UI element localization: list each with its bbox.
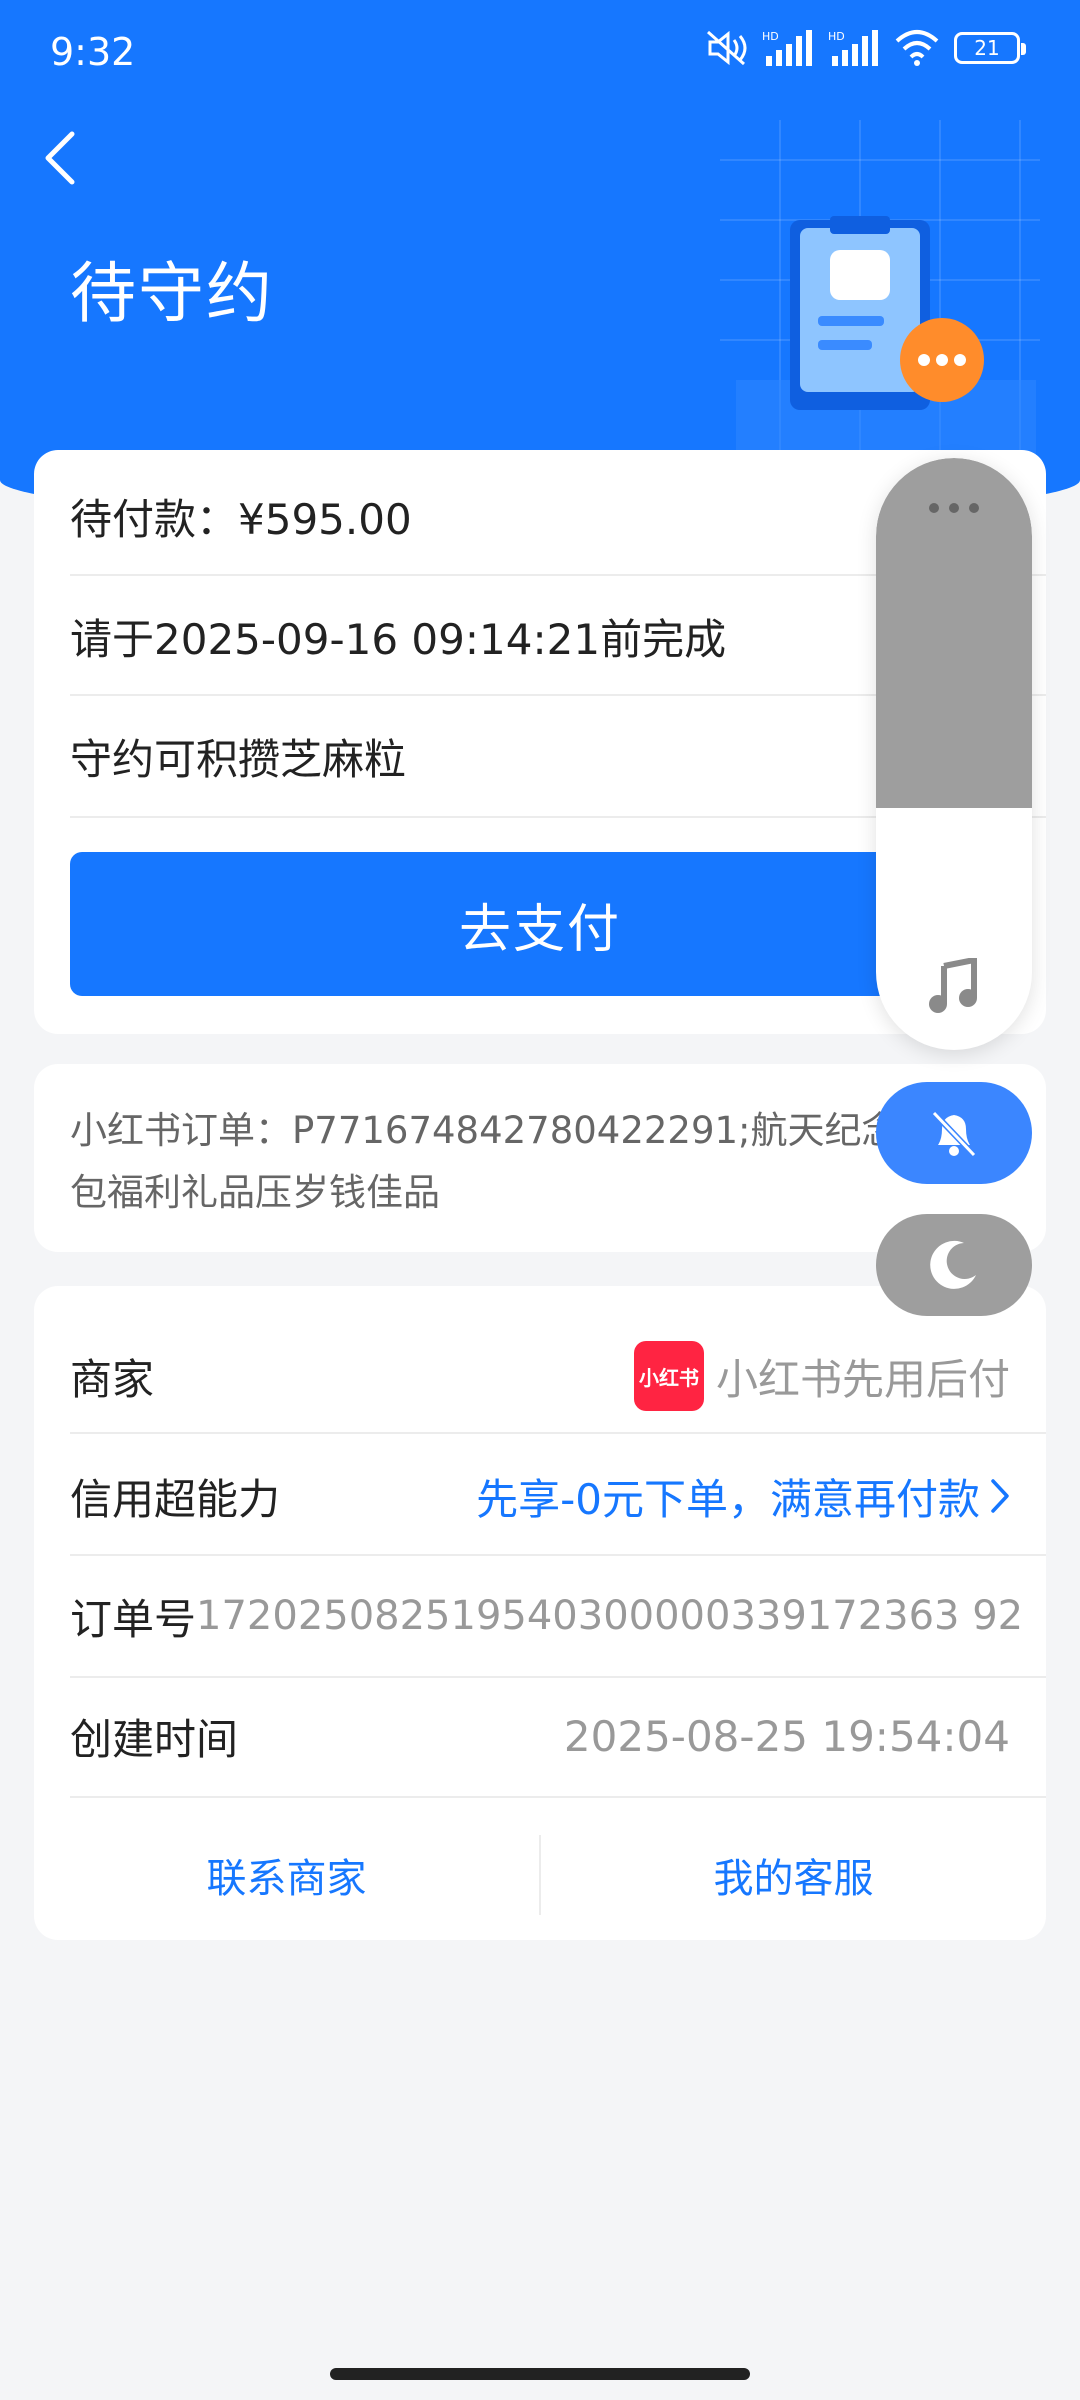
credit-value: 先享-0元下单，满意再付款 <box>476 1474 980 1524</box>
status-time: 9:32 <box>50 30 136 74</box>
page-title: 待守约 <box>70 255 274 332</box>
clipboard-illustration-icon <box>720 120 1040 460</box>
credit-label: 信用超能力 <box>70 1474 281 1524</box>
more-dots-icon[interactable] <box>876 498 1032 522</box>
chevron-left-icon <box>45 131 75 185</box>
merchant-logo: 小红书 <box>633 1341 704 1411</box>
battery-level: 21 <box>974 36 1000 60</box>
status-icons: HD HD 21 <box>704 28 1026 68</box>
back-button[interactable] <box>30 122 90 194</box>
mute-icon <box>704 28 748 68</box>
wifi-icon <box>894 29 940 67</box>
chevron-right-icon <box>991 1479 1009 1513</box>
divider <box>70 1796 1046 1798</box>
order-number-row: 订单号 172025082519540300000339172363 92 <box>70 1556 1023 1676</box>
contact-merchant-button[interactable]: 联系商家 <box>34 1846 539 1904</box>
status-bar: 9:32 HD HD 21 <box>0 0 1080 110</box>
signal-hd-icon: HD <box>828 28 880 68</box>
music-note-icon <box>929 958 977 1013</box>
signal-hd-icon: HD <box>762 28 814 68</box>
svg-text:HD: HD <box>828 30 845 43</box>
floating-volume-panel[interactable] <box>876 458 1032 1050</box>
svg-text:HD: HD <box>762 30 779 43</box>
credit-link[interactable]: 先享-0元下单，满意再付款 <box>476 1466 1010 1527</box>
created-time-row: 创建时间 2025-08-25 19:54:04 <box>70 1676 1010 1796</box>
bell-off-icon <box>931 1110 977 1158</box>
battery-icon: 21 <box>954 32 1026 64</box>
merchant-value-group: 小红书 小红书先用后付 <box>633 1341 1010 1411</box>
dark-mode-button[interactable] <box>876 1214 1032 1316</box>
order-number-label: 订单号 <box>70 1594 197 1644</box>
created-time-label: 创建时间 <box>70 1714 239 1764</box>
created-time-value: 2025-08-25 19:54:04 <box>563 1711 1010 1761</box>
header-banner: 9:32 HD HD 21 待守约 <box>0 0 1080 520</box>
merchant-row: 商家 小红书 小红书先用后付 <box>70 1316 1010 1436</box>
pay-button[interactable]: 去支付 <box>70 852 1010 996</box>
order-detail-card: 商家 小红书 小红书先用后付 信用超能力 先享-0元下单，满意再付款 订单号 1… <box>34 1286 1046 1940</box>
mute-bell-button[interactable] <box>876 1082 1032 1184</box>
order-description: 小红书订单：P771674842780422291;航天纪念钞礼红包福利礼品压岁… <box>70 1109 1010 1214</box>
customer-service-button[interactable]: 我的客服 <box>541 1846 1046 1904</box>
merchant-label: 商家 <box>70 1354 155 1404</box>
footer-actions: 联系商家 我的客服 <box>34 1810 1046 1940</box>
divider <box>70 1432 1046 1434</box>
home-indicator[interactable] <box>330 2368 750 2380</box>
moon-icon <box>930 1240 976 1289</box>
credit-row[interactable]: 信用超能力 先享-0元下单，满意再付款 <box>70 1436 1010 1556</box>
merchant-value: 小红书先用后付 <box>715 1354 1010 1404</box>
order-number-value: 172025082519540300000339172363 92 <box>196 1593 1024 1639</box>
